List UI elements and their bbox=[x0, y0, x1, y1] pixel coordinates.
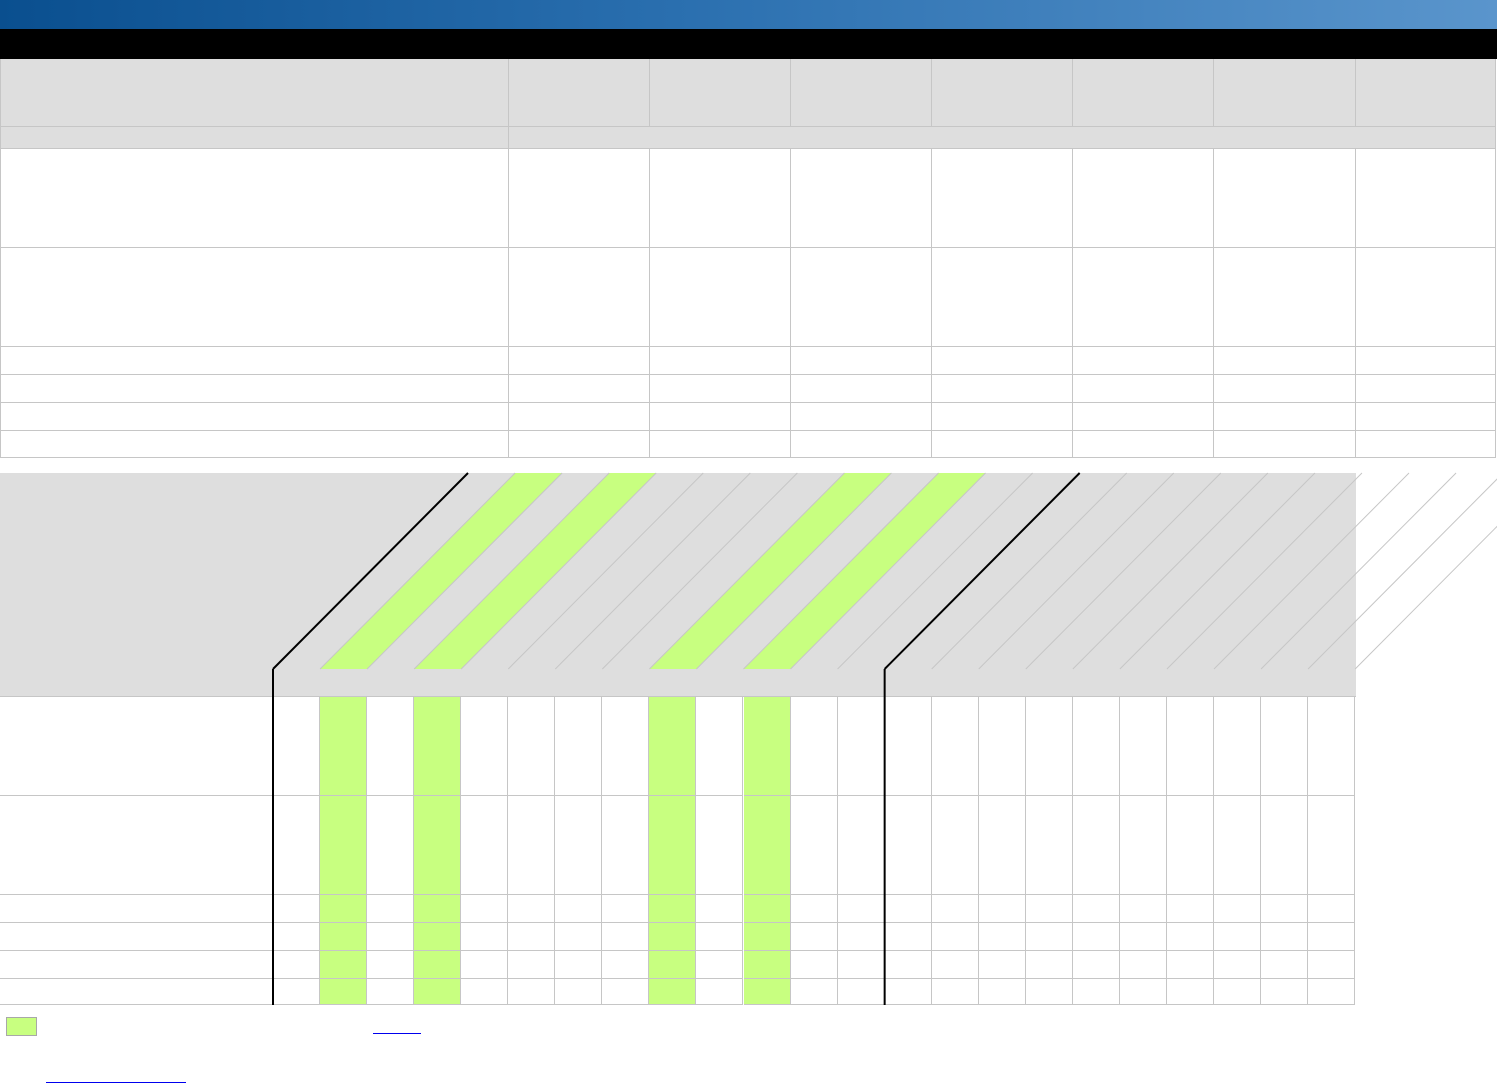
matrix-header-divider bbox=[1072, 472, 1269, 670]
matrix-header-divider bbox=[1119, 472, 1316, 670]
matrix-header-divider bbox=[931, 472, 1128, 670]
legend-link[interactable] bbox=[373, 1033, 421, 1034]
legend-swatch bbox=[6, 1017, 37, 1036]
matrix-header-divider bbox=[1307, 478, 1497, 670]
footer-link[interactable] bbox=[46, 1082, 186, 1083]
matrix-diagonal-headers bbox=[272, 472, 1497, 1005]
matrix-header-divider bbox=[1213, 472, 1410, 670]
matrix-header-divider bbox=[1166, 472, 1363, 670]
matrix-header-divider bbox=[1354, 525, 1497, 670]
matrix-header-divider bbox=[1025, 472, 1222, 670]
matrix-header-divider bbox=[1260, 472, 1457, 670]
matrix-header-divider bbox=[978, 472, 1175, 670]
